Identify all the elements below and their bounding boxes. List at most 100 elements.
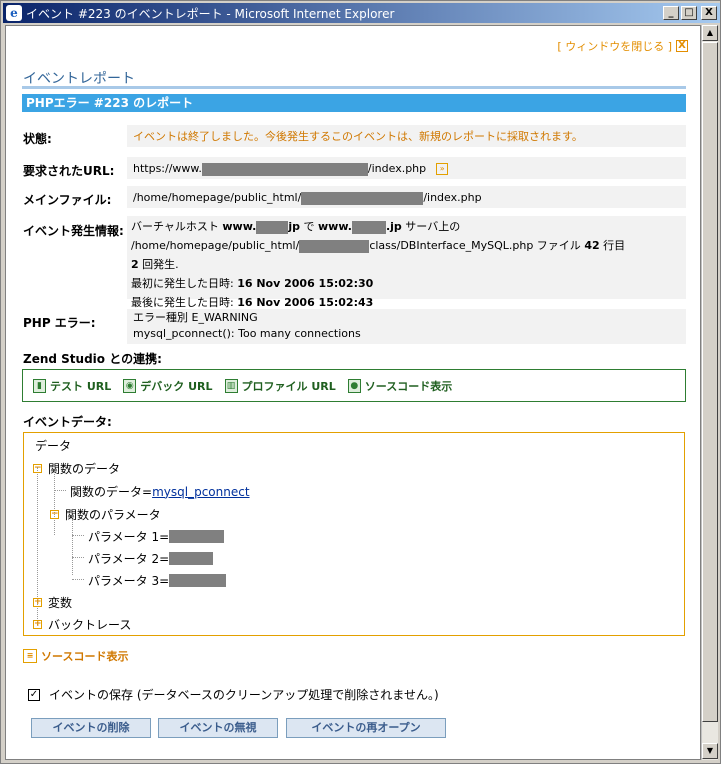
scroll-thumb[interactable] [702, 42, 718, 722]
save-event-checkbox[interactable]: ✓ [28, 688, 40, 701]
close-icon[interactable]: X [676, 40, 688, 52]
tree-node-variables[interactable]: + 変数 [33, 594, 72, 611]
debug-icon: ◉ [123, 378, 137, 393]
source-view-link[interactable]: ● ソースコード表示 [347, 378, 452, 394]
status-value: イベントは終了しました。今後発生するこのイベントは、新規のレポートに採取されます… [127, 125, 686, 147]
main-file-label: メインファイル: [23, 193, 112, 207]
scroll-up-button[interactable]: ▲ [702, 25, 718, 41]
line-number: 42 [584, 239, 600, 252]
tree-node-label: バックトレース [48, 618, 132, 632]
tree-leaf-label: パラメータ 3 [88, 574, 160, 588]
test-url-label[interactable]: テスト URL [50, 378, 111, 394]
tree-node-function-params[interactable]: − 関数のパラメータ [50, 506, 161, 523]
debug-url-link[interactable]: ◉ デバック URL [123, 378, 213, 394]
reopen-event-button[interactable]: イベントの再オープン [286, 718, 446, 738]
expand-icon[interactable]: + [33, 620, 42, 629]
tree-connector [72, 557, 84, 558]
profile-url-label[interactable]: プロファイル URL [242, 378, 336, 394]
url-value: https://www. /index.php » [127, 157, 686, 179]
tree-equals: = [159, 573, 170, 588]
maximize-button[interactable]: □ [681, 6, 697, 20]
redacted-block [299, 239, 370, 253]
event-info-line-file: /home/homepage/public_html/class/DBInter… [131, 236, 682, 255]
tree-leaf-param-2: パラメータ 2 = [88, 550, 214, 567]
main-file-suffix: /index.php [423, 191, 482, 204]
redacted-block [256, 220, 289, 234]
close-window-button[interactable]: X [701, 6, 717, 20]
tree-node-backtrace[interactable]: + バックトレース [33, 616, 131, 633]
tree-connector [54, 471, 55, 535]
tree-leaf-function-name: 関数のデータ = mysql_pconnect [70, 483, 250, 500]
line-suffix: 行目 [599, 239, 626, 252]
event-data-label: イベントデータ: [23, 415, 112, 429]
server-text: サーバ上の [401, 220, 461, 233]
profile-url-link[interactable]: ▥ プロファイル URL [224, 378, 336, 394]
host-suffix: jp [288, 220, 301, 233]
event-info-label: イベント発生情報: [23, 224, 124, 238]
redacted-block [169, 530, 225, 543]
first-occurrence: 最初に発生した日時: 16 Nov 2006 15:02:30 [131, 274, 682, 293]
save-event-row: ✓ イベントの保存 (データベースのクリーンアップ処理で削除されません。) [28, 686, 439, 703]
tree-connector [72, 535, 84, 536]
host-connector: で [300, 220, 319, 233]
test-url-link[interactable]: ▮ テスト URL [33, 378, 111, 394]
collapse-icon[interactable]: − [50, 510, 59, 519]
profile-chart-icon: ▥ [224, 378, 238, 393]
tree-connector [72, 579, 84, 580]
tree-node-label: 変数 [48, 596, 73, 610]
close-window-link[interactable]: [ ウィンドウを閉じる ] X [557, 38, 688, 54]
expand-icon[interactable]: + [33, 598, 42, 607]
tree-equals: = [142, 484, 153, 499]
title-bar: e イベント #223 のイベントレポート - Microsoft Intern… [3, 3, 720, 23]
tree-leaf-param-3: パラメータ 3 = [88, 572, 227, 589]
collapse-icon[interactable]: − [33, 464, 42, 473]
redacted-block [201, 162, 368, 176]
event-info-line-host: バーチャルホスト www. jp で www. .jp サーバ上の [131, 217, 682, 236]
ignore-event-button[interactable]: イベントの無視 [158, 718, 278, 738]
source-code-label[interactable]: ソースコード表示 [41, 648, 128, 664]
minimize-button[interactable]: _ [663, 6, 679, 20]
url-suffix: /index.php [367, 162, 427, 175]
event-data-tree: データ − 関数のデータ 関数のデータ = mysql_pconnect − 関数の… [23, 432, 685, 636]
source-code-link[interactable]: ≡ ソースコード表示 [23, 648, 128, 664]
php-error-type: エラー種別 E_WARNING [133, 311, 258, 324]
redacted-block [169, 574, 227, 587]
last-label: 最後に発生した日時: [131, 296, 238, 309]
scroll-down-button[interactable]: ▼ [702, 743, 718, 759]
tree-leaf-label: 関数のデータ [70, 485, 143, 499]
page-title: イベントレポート [23, 71, 135, 87]
title-divider [22, 86, 686, 89]
last-value: 16 Nov 2006 15:02:43 [237, 296, 374, 309]
zend-link-bar: ▮ テスト URL ◉ デバック URL ▥ プロファイル URL ● ソースコード表示 [22, 369, 686, 402]
main-file-prefix: /home/homepage/public_html/ [133, 191, 302, 204]
tree-equals: = [159, 529, 170, 544]
tree-leaf-label: パラメータ 1 [88, 530, 160, 544]
page-content: [ ウィンドウを閉じる ] X イベントレポート PHPエラー #223 のレポ… [5, 25, 701, 760]
status-label: 状態: [23, 132, 52, 146]
vertical-scrollbar[interactable]: ▲ ▼ [701, 25, 718, 760]
redacted-block [169, 552, 214, 565]
open-url-icon[interactable]: » [436, 163, 449, 175]
source-view-label[interactable]: ソースコード表示 [365, 378, 452, 394]
occurrence-count: 2 [131, 258, 139, 271]
tree-connector [54, 490, 66, 491]
file-prefix: /home/homepage/public_html/ [131, 239, 300, 252]
php-error-label: PHP エラー: [23, 316, 96, 330]
close-window-label[interactable]: [ ウィンドウを閉じる ] [557, 38, 672, 54]
debug-url-label[interactable]: デバック URL [140, 378, 212, 394]
report-subheader: PHPエラー #223 のレポート [22, 94, 686, 112]
tree-node-function-data[interactable]: − 関数のデータ [33, 460, 120, 477]
first-label: 最初に発生した日時: [131, 277, 238, 290]
php-error-value: エラー種別 E_WARNING mysql_pconnect(): Too ma… [127, 309, 686, 344]
function-name-link[interactable]: mysql_pconnect [152, 485, 249, 499]
url-label: 要求されたURL: [23, 164, 115, 178]
zend-section-label: Zend Studio との連携: [23, 352, 162, 366]
ie-icon: e [6, 5, 22, 21]
tree-node-label: 関数のデータ [48, 462, 121, 476]
save-event-label: イベントの保存 (データベースのクリーンアップ処理で削除されません。) [49, 688, 439, 702]
delete-event-button[interactable]: イベントの削除 [31, 718, 151, 738]
source-code-icon: ≡ [23, 649, 37, 663]
occurrence-text: 回発生. [138, 258, 179, 271]
tree-root: データ [35, 439, 72, 453]
url-prefix: https://www. [133, 162, 202, 175]
